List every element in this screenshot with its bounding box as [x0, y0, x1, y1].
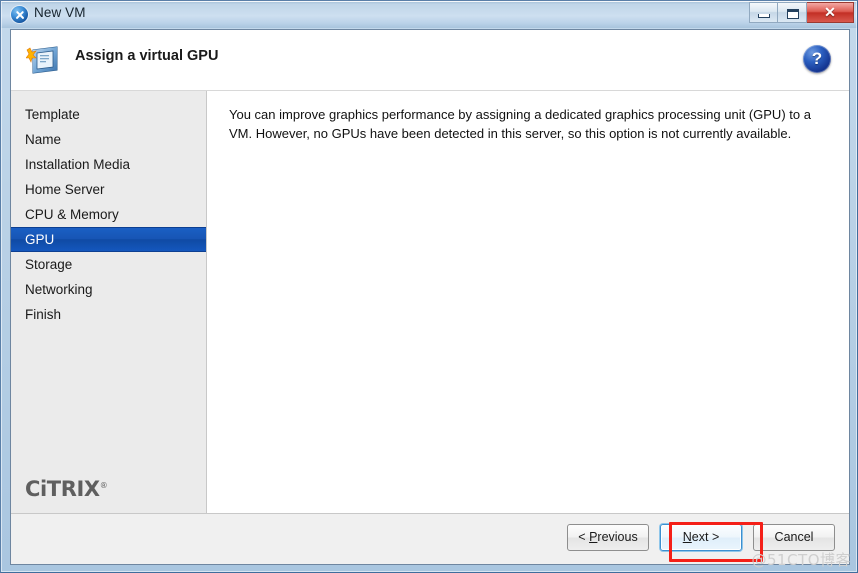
- maximize-icon: [787, 9, 799, 19]
- gpu-description-text: You can improve graphics performance by …: [229, 107, 811, 141]
- citrix-logo-text: CiTRIX: [25, 477, 100, 501]
- window-title: New VM: [34, 5, 86, 20]
- blue-x-circle-icon: [11, 6, 28, 23]
- sidebar-item-name[interactable]: Name: [11, 127, 206, 152]
- watermark: @51CTO博客: [751, 551, 851, 569]
- sidebar-item-gpu[interactable]: GPU: [11, 227, 206, 252]
- citrix-logo: CiTRIX®: [25, 477, 108, 501]
- cancel-accel: C: [774, 530, 784, 544]
- page-title: Assign a virtual GPU: [75, 48, 219, 64]
- vm-wizard-icon: [26, 46, 58, 74]
- sidebar-item-finish[interactable]: Finish: [11, 302, 206, 327]
- wizard-body: Template Name Installation Media Home Se…: [11, 91, 849, 515]
- minimize-button[interactable]: [749, 2, 778, 23]
- cancel-label-rest: ancel: [783, 530, 814, 544]
- title-bar[interactable]: New VM ✕: [1, 1, 857, 28]
- next-accel: N: [682, 530, 692, 544]
- dialog-client-area: Assign a virtual GPU ? Template Name Ins…: [10, 29, 850, 565]
- titlebar-highlight: [1, 1, 857, 2]
- previous-label-rest: revious: [597, 530, 638, 544]
- button-bar: < Previous Next > Cancel: [11, 513, 849, 564]
- wizard-header: Assign a virtual GPU ?: [11, 30, 849, 91]
- window-controls: ✕: [749, 2, 854, 23]
- sidebar-item-installation-media[interactable]: Installation Media: [11, 152, 206, 177]
- next-label-suffix: >: [708, 530, 720, 544]
- close-button[interactable]: ✕: [807, 2, 854, 23]
- wizard-steps-sidebar: Template Name Installation Media Home Se…: [11, 91, 207, 515]
- citrix-logo-mark: ®: [99, 481, 108, 490]
- cancel-button[interactable]: Cancel: [753, 524, 835, 551]
- help-glyph: ?: [811, 49, 823, 68]
- previous-label-prefix: <: [578, 530, 590, 544]
- maximize-button[interactable]: [778, 2, 807, 23]
- next-label-rest: ext: [691, 530, 709, 544]
- sidebar-item-storage[interactable]: Storage: [11, 252, 206, 277]
- new-vm-window: New VM ✕ Assign a virtual GPU ? Template…: [0, 0, 858, 573]
- wizard-buttons: < Previous Next > Cancel: [567, 524, 835, 551]
- sidebar-item-networking[interactable]: Networking: [11, 277, 206, 302]
- next-button[interactable]: Next >: [660, 524, 742, 551]
- minimize-icon: [758, 14, 770, 18]
- sidebar-item-home-server[interactable]: Home Server: [11, 177, 206, 202]
- wizard-content: You can improve graphics performance by …: [207, 91, 849, 515]
- sidebar-item-cpu-memory[interactable]: CPU & Memory: [11, 202, 206, 227]
- previous-button[interactable]: < Previous: [567, 524, 649, 551]
- sidebar-item-template[interactable]: Template: [11, 102, 206, 127]
- help-icon[interactable]: ?: [803, 45, 831, 73]
- close-icon: ✕: [824, 4, 836, 20]
